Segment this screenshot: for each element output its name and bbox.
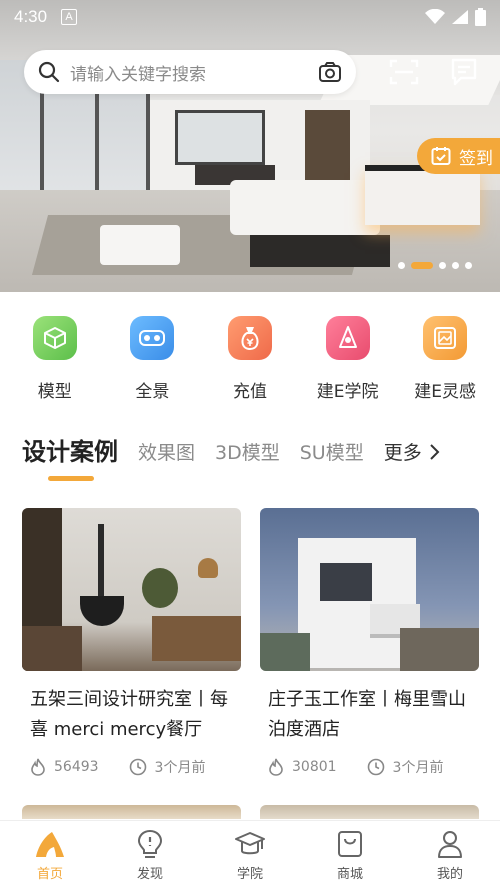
more-link[interactable]: 更多 bbox=[384, 438, 422, 465]
case-card[interactable]: 五架三间设计研究室丨每喜 merci mercy餐厅 56493 3个月前 bbox=[22, 508, 241, 777]
image-wooden-chair bbox=[22, 626, 82, 671]
nav-label: 发现 bbox=[136, 867, 163, 882]
image-dining-chairs bbox=[152, 616, 241, 661]
case-card-image bbox=[22, 508, 241, 671]
cube-icon bbox=[32, 316, 77, 360]
battery-icon bbox=[475, 8, 486, 26]
nav-shop[interactable]: 商城 bbox=[300, 821, 400, 888]
chevron-right-icon[interactable] bbox=[428, 443, 440, 461]
post-time: 3个月前 bbox=[154, 760, 206, 776]
case-card-title: 庄子玉工作室丨梅里雪山泊度酒店 bbox=[268, 689, 466, 740]
tab-su-models[interactable]: SU模型 bbox=[300, 438, 364, 465]
nav-label: 首页 bbox=[36, 867, 63, 882]
post-time: 3个月前 bbox=[392, 760, 444, 776]
carousel-indicator bbox=[398, 262, 472, 269]
image-plant bbox=[142, 568, 178, 608]
lightbulb-icon bbox=[137, 829, 163, 858]
carousel-dot-active[interactable] bbox=[411, 262, 433, 269]
user-icon bbox=[438, 831, 462, 858]
message-button[interactable] bbox=[448, 56, 480, 88]
banner-shelf bbox=[305, 110, 350, 180]
category-panorama[interactable]: 全景 bbox=[106, 292, 198, 414]
tab-3d-models[interactable]: 3D模型 bbox=[215, 438, 280, 465]
academy-icon bbox=[325, 316, 370, 360]
image-trees bbox=[260, 633, 310, 671]
status-badge: A bbox=[61, 9, 78, 25]
clock-icon bbox=[367, 758, 384, 776]
nav-me[interactable]: 我的 bbox=[400, 821, 500, 888]
nav-label: 商城 bbox=[336, 867, 363, 882]
vr-glasses-icon bbox=[130, 316, 175, 360]
message-icon bbox=[451, 58, 477, 86]
category-label: 模型 bbox=[37, 382, 72, 402]
case-card-peek[interactable] bbox=[22, 805, 241, 819]
case-card[interactable]: 庄子玉工作室丨梅里雪山泊度酒店 30801 3个月前 bbox=[260, 508, 479, 777]
banner-kitchen-island bbox=[365, 165, 480, 225]
nav-label: 学院 bbox=[236, 867, 263, 882]
checkin-label: 签到 bbox=[459, 148, 493, 169]
category-grid: 模型 全景 充值 建E学院 建E灵感 bbox=[0, 292, 500, 414]
home-icon bbox=[36, 832, 64, 857]
scan-icon bbox=[389, 59, 419, 85]
money-bag-icon bbox=[227, 316, 272, 360]
inspiration-icon bbox=[423, 316, 468, 360]
category-model[interactable]: 模型 bbox=[9, 292, 101, 414]
carousel-dot[interactable] bbox=[465, 262, 472, 269]
category-label: 充值 bbox=[232, 382, 267, 402]
view-count: 56493 bbox=[54, 759, 99, 775]
scan-button[interactable] bbox=[388, 56, 420, 88]
search-bar[interactable]: 请输入关键字搜索 bbox=[24, 50, 356, 94]
content-tabs: 设计案例 效果图 3D模型 SU模型 更多 bbox=[22, 428, 492, 484]
bottom-nav: 首页 发现 学院 商城 我的 bbox=[0, 820, 500, 888]
banner-ottoman bbox=[100, 225, 180, 265]
category-recharge[interactable]: 充值 bbox=[204, 292, 296, 414]
status-time: 4:30 bbox=[14, 7, 48, 26]
case-card-peek[interactable] bbox=[260, 805, 479, 819]
flame-icon bbox=[31, 758, 45, 776]
flame-icon bbox=[269, 758, 283, 776]
clock-icon bbox=[129, 758, 146, 776]
tab-renderings[interactable]: 效果图 bbox=[138, 438, 195, 465]
camera-icon[interactable] bbox=[318, 61, 342, 83]
status-icons bbox=[425, 8, 486, 26]
category-label: 建E学院 bbox=[316, 382, 379, 402]
image-hillside bbox=[400, 628, 479, 671]
search-placeholder: 请输入关键字搜索 bbox=[70, 64, 206, 85]
banner-coffee-table bbox=[250, 235, 390, 267]
search-icon bbox=[38, 61, 60, 83]
case-card-meta: 30801 3个月前 bbox=[260, 757, 479, 777]
view-count: 30801 bbox=[292, 759, 337, 775]
case-card-meta: 56493 3个月前 bbox=[22, 757, 241, 777]
wifi-icon bbox=[425, 9, 445, 24]
image-building-window bbox=[320, 563, 372, 601]
checkin-button[interactable]: 签到 bbox=[417, 138, 500, 174]
category-academy[interactable]: 建E学院 bbox=[302, 292, 394, 414]
banner-back-window bbox=[175, 110, 265, 165]
image-fireplace bbox=[80, 596, 124, 626]
carousel-dot[interactable] bbox=[398, 262, 405, 269]
banner-sofa bbox=[230, 180, 380, 235]
tab-design-cases[interactable]: 设计案例 bbox=[22, 432, 118, 481]
calendar-check-icon bbox=[431, 147, 451, 165]
nav-discover[interactable]: 发现 bbox=[100, 821, 200, 888]
category-inspiration[interactable]: 建E灵感 bbox=[399, 292, 491, 414]
image-fireplace-pipe bbox=[98, 524, 104, 599]
category-label: 全景 bbox=[135, 382, 170, 402]
nav-home[interactable]: 首页 bbox=[0, 821, 100, 888]
carousel-dot[interactable] bbox=[439, 262, 446, 269]
signal-icon bbox=[452, 10, 468, 24]
shopping-bag-icon bbox=[338, 831, 362, 857]
graduation-cap-icon bbox=[235, 832, 265, 855]
image-pendant-lamp bbox=[198, 558, 218, 578]
nav-label: 我的 bbox=[436, 867, 463, 882]
nav-academy[interactable]: 学院 bbox=[200, 821, 300, 888]
carousel-dot[interactable] bbox=[452, 262, 459, 269]
status-bar: 4:30 A bbox=[0, 0, 500, 34]
case-card-title: 五架三间设计研究室丨每喜 merci mercy餐厅 bbox=[30, 689, 228, 740]
image-building bbox=[298, 538, 416, 668]
category-label: 建E灵感 bbox=[414, 382, 477, 402]
case-card-image bbox=[260, 508, 479, 671]
